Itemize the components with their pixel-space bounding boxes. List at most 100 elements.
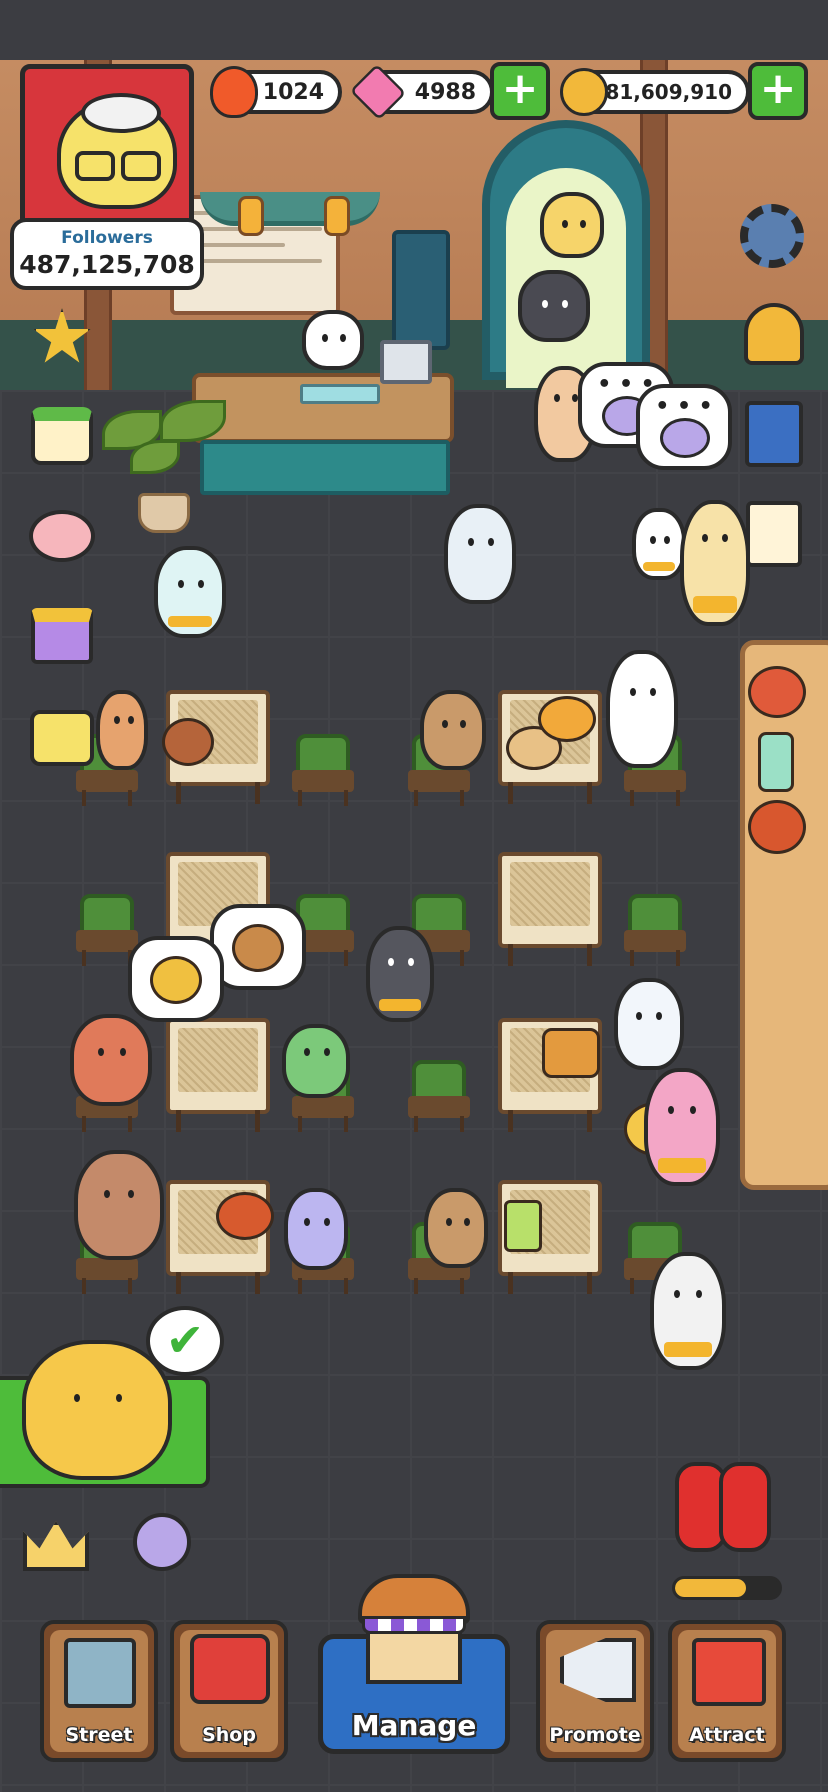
calendar-icon	[31, 407, 93, 465]
music-note-icon	[692, 1638, 766, 1706]
calico-waiter[interactable]	[632, 508, 686, 580]
order-bubble[interactable]	[210, 904, 306, 990]
buy-gems-button[interactable]: +	[490, 62, 550, 120]
sleeping-character-icon	[133, 1513, 191, 1571]
gift-icon	[31, 608, 93, 664]
avatar-cat-face	[57, 93, 177, 209]
manage-label: Manage	[351, 1709, 477, 1742]
video-ad-icon	[30, 710, 94, 766]
event-progress-bar	[672, 1576, 782, 1600]
food-pass-counter[interactable]	[740, 640, 828, 1190]
lantern-icon	[324, 196, 350, 236]
waiting-bubble[interactable]: • • •	[636, 384, 732, 470]
order-bubble[interactable]	[128, 936, 224, 1022]
restaurant-house-icon	[358, 1574, 470, 1684]
tasks-button[interactable]	[738, 498, 810, 570]
shop-button[interactable]: Shop	[170, 1620, 288, 1762]
buy-coins-button[interactable]: +	[748, 62, 808, 120]
poodle-customer[interactable]	[74, 1150, 164, 1260]
daily-calendar-button[interactable]	[26, 400, 98, 472]
penguin-customer[interactable]	[518, 270, 590, 342]
fire-value: 1024	[262, 79, 324, 105]
dish-on-table	[538, 696, 596, 742]
drink-on-counter[interactable]	[758, 732, 794, 792]
treasure-chest-icon	[190, 1634, 270, 1704]
dish-on-table	[162, 718, 214, 766]
gray-white-cat-waiter[interactable]	[650, 1252, 726, 1370]
piggy-bank-icon	[29, 510, 95, 562]
white-cat-waiter[interactable]	[154, 546, 226, 638]
unicorn-customer[interactable]	[606, 650, 678, 768]
achievements-button[interactable]	[26, 302, 98, 374]
computer-monitor-icon	[380, 340, 432, 384]
hedgehog-customer[interactable]	[444, 504, 516, 604]
counter-front	[200, 440, 450, 495]
frog-customer[interactable]	[282, 1024, 350, 1098]
fried-rice-icon	[150, 956, 202, 1004]
bear-customer[interactable]	[540, 192, 604, 258]
piggy-bank-button[interactable]	[26, 500, 98, 572]
seal-waiter[interactable]	[614, 978, 684, 1070]
squirrel-customer[interactable]	[96, 690, 148, 770]
pink-cat-waiter[interactable]	[644, 1068, 720, 1186]
followers-count: 487,125,708	[19, 250, 195, 279]
dish-on-counter[interactable]	[748, 800, 806, 854]
tea-cup-icon	[232, 924, 284, 972]
pug-customer[interactable]	[424, 1188, 488, 1268]
street-label: Street	[65, 1724, 133, 1746]
event-boots-button[interactable]	[668, 1452, 778, 1562]
paw-coin-icon	[560, 68, 608, 116]
street-buildings-icon	[64, 1638, 136, 1708]
character-profile-button[interactable]	[126, 1506, 198, 1578]
cashier-cat[interactable]	[302, 310, 364, 370]
progress-fill	[675, 1579, 746, 1597]
chair[interactable]	[408, 1060, 470, 1132]
coin-value: 281,609,910	[591, 80, 732, 104]
recipe-book-button[interactable]	[738, 398, 810, 470]
game-screen[interactable]: • • • • • • 1024 4988 + 281,609,910 + Fo…	[0, 0, 828, 1792]
followers-label: Followers	[61, 228, 153, 248]
ranking-button[interactable]	[20, 1510, 92, 1582]
monkey-customer[interactable]	[70, 1014, 152, 1106]
gem-value: 4988	[414, 79, 476, 105]
hamster-customer[interactable]	[284, 1188, 348, 1270]
lantern-icon	[238, 196, 264, 236]
plant-cabinet	[392, 230, 450, 350]
bell-icon	[744, 303, 804, 365]
pug-customer[interactable]	[420, 690, 486, 770]
mustache-cat-mascot[interactable]	[22, 1340, 172, 1480]
shop-label: Shop	[202, 1724, 256, 1746]
keyboard-icon	[300, 384, 380, 404]
followers-panel[interactable]: Followers 487,125,708	[10, 218, 204, 290]
gift-button[interactable]	[26, 600, 98, 672]
potted-plant	[138, 493, 190, 533]
crown-icon	[23, 1521, 89, 1571]
attract-label: Attract	[689, 1724, 765, 1746]
dish-on-counter[interactable]	[748, 666, 806, 718]
fire-icon	[210, 66, 258, 118]
player-avatar[interactable]	[20, 64, 194, 230]
dining-table[interactable]	[166, 1018, 270, 1132]
gear-icon	[740, 204, 804, 268]
chair[interactable]	[292, 734, 354, 806]
drink-on-table	[504, 1200, 542, 1252]
ellipsis-text: • • •	[655, 394, 713, 419]
dining-table[interactable]	[498, 852, 602, 966]
video-ad-button[interactable]	[26, 702, 98, 774]
recipe-book-icon	[745, 401, 803, 467]
settings-button[interactable]	[736, 200, 808, 272]
dish-on-table	[542, 1028, 600, 1078]
promote-button[interactable]: Promote	[536, 1620, 654, 1762]
blob-icon	[660, 418, 710, 458]
checkmark-icon: ✔	[146, 1306, 224, 1376]
star-medal-icon	[33, 308, 91, 363]
manage-button[interactable]: Manage	[318, 1574, 510, 1754]
promote-label: Promote	[549, 1724, 641, 1746]
attract-button[interactable]: Attract	[668, 1620, 786, 1762]
gray-cat-waiter[interactable]	[366, 926, 434, 1022]
task-clipboard-icon	[746, 501, 802, 567]
notifications-button[interactable]	[738, 298, 810, 370]
chair[interactable]	[624, 894, 686, 966]
dish-on-table	[216, 1192, 274, 1240]
street-button[interactable]: Street	[40, 1620, 158, 1762]
